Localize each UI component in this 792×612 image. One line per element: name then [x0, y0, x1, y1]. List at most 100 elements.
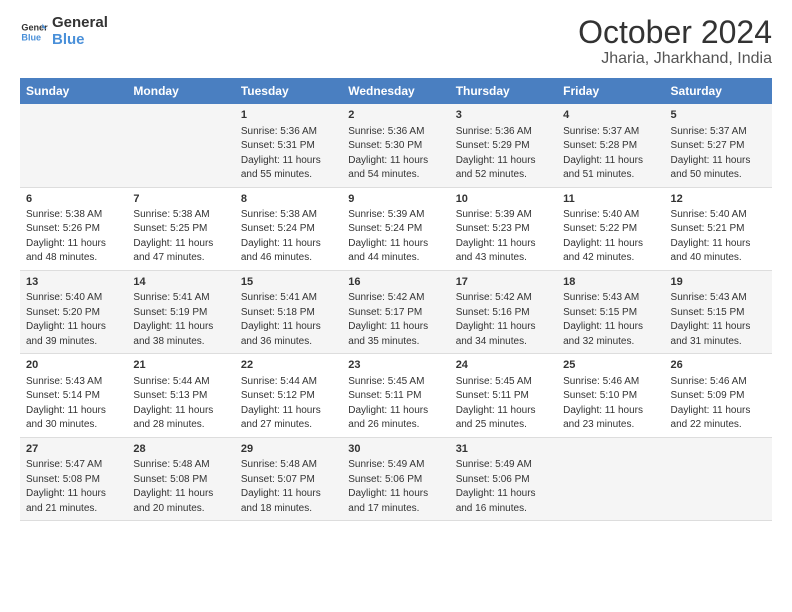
cell-1-6: 4Sunrise: 5:37 AMSunset: 5:28 PMDaylight…	[557, 104, 664, 187]
day-number: 15	[241, 275, 336, 290]
day-info: Sunrise: 5:45 AMSunset: 5:11 PMDaylight:…	[456, 375, 551, 433]
day-info: Sunrise: 5:45 AMSunset: 5:11 PMDaylight:…	[348, 375, 443, 433]
day-number: 16	[348, 275, 443, 290]
day-number: 2	[348, 108, 443, 123]
day-number: 30	[348, 442, 443, 457]
cell-5-1: 27Sunrise: 5:47 AMSunset: 5:08 PMDayligh…	[20, 437, 127, 520]
day-info: Sunrise: 5:40 AMSunset: 5:22 PMDaylight:…	[563, 208, 658, 266]
day-number: 28	[133, 442, 228, 457]
day-info: Sunrise: 5:36 AMSunset: 5:30 PMDaylight:…	[348, 125, 443, 183]
day-info: Sunrise: 5:40 AMSunset: 5:21 PMDaylight:…	[671, 208, 766, 266]
day-number: 27	[26, 442, 121, 457]
cell-2-2: 7Sunrise: 5:38 AMSunset: 5:25 PMDaylight…	[127, 187, 234, 270]
cell-4-5: 24 Sunrise: 5:45 AMSunset: 5:11 PMDayligh…	[450, 354, 557, 437]
cell-1-2	[127, 104, 234, 187]
day-number: 5	[671, 108, 766, 123]
day-number: 13	[26, 275, 121, 290]
cell-3-5: 17Sunrise: 5:42 AMSunset: 5:16 PMDayligh…	[450, 270, 557, 353]
cell-4-1: 20Sunrise: 5:43 AMSunset: 5:14 PMDayligh…	[20, 354, 127, 437]
cell-3-4: 16Sunrise: 5:42 AMSunset: 5:17 PMDayligh…	[342, 270, 449, 353]
cell-5-3: 29Sunrise: 5:48 AMSunset: 5:07 PMDayligh…	[235, 437, 342, 520]
day-info: Sunrise: 5:41 AMSunset: 5:18 PMDaylight:…	[241, 291, 336, 349]
week-row-3: 13Sunrise: 5:40 AMSunset: 5:20 PMDayligh…	[20, 270, 772, 353]
logo-icon: General Blue	[20, 18, 48, 46]
day-info: Sunrise: 5:37 AMSunset: 5:27 PMDaylight:…	[671, 125, 766, 183]
cell-1-3: 1 Sunrise: 5:36 AMSunset: 5:31 PMDaylight…	[235, 104, 342, 187]
day-info: Sunrise: 5:40 AMSunset: 5:20 PMDaylight:…	[26, 291, 121, 349]
day-number: 24	[456, 358, 551, 373]
day-info: Sunrise: 5:38 AMSunset: 5:26 PMDaylight:…	[26, 208, 121, 266]
cell-3-6: 18Sunrise: 5:43 AMSunset: 5:15 PMDayligh…	[557, 270, 664, 353]
cell-5-4: 30Sunrise: 5:49 AMSunset: 5:06 PMDayligh…	[342, 437, 449, 520]
day-info: Sunrise: 5:46 AMSunset: 5:09 PMDaylight:…	[671, 375, 766, 433]
col-wednesday: Wednesday	[342, 78, 449, 104]
day-number: 29	[241, 442, 336, 457]
week-row-2: 6Sunrise: 5:38 AMSunset: 5:26 PMDaylight…	[20, 187, 772, 270]
cell-3-7: 19Sunrise: 5:43 AMSunset: 5:15 PMDayligh…	[665, 270, 772, 353]
logo-blue: Blue	[52, 32, 108, 49]
day-number: 1	[241, 108, 336, 123]
cell-2-6: 11Sunrise: 5:40 AMSunset: 5:22 PMDayligh…	[557, 187, 664, 270]
day-number: 31	[456, 442, 551, 457]
cell-3-2: 14Sunrise: 5:41 AMSunset: 5:19 PMDayligh…	[127, 270, 234, 353]
day-info: Sunrise: 5:49 AMSunset: 5:06 PMDaylight:…	[348, 458, 443, 516]
day-number: 7	[133, 192, 228, 207]
logo-general: General	[52, 15, 108, 32]
week-row-1: 1 Sunrise: 5:36 AMSunset: 5:31 PMDaylight…	[20, 104, 772, 187]
day-number: 21	[133, 358, 228, 373]
cell-2-1: 6Sunrise: 5:38 AMSunset: 5:26 PMDaylight…	[20, 187, 127, 270]
cell-2-7: 12Sunrise: 5:40 AMSunset: 5:21 PMDayligh…	[665, 187, 772, 270]
col-thursday: Thursday	[450, 78, 557, 104]
cell-5-2: 28Sunrise: 5:48 AMSunset: 5:08 PMDayligh…	[127, 437, 234, 520]
day-info: Sunrise: 5:38 AMSunset: 5:24 PMDaylight:…	[241, 208, 336, 266]
day-info: Sunrise: 5:38 AMSunset: 5:25 PMDaylight:…	[133, 208, 228, 266]
svg-text:Blue: Blue	[21, 32, 41, 42]
col-friday: Friday	[557, 78, 664, 104]
cell-4-2: 21 Sunrise: 5:44 AMSunset: 5:13 PMDayligh…	[127, 354, 234, 437]
day-number: 14	[133, 275, 228, 290]
day-info: Sunrise: 5:39 AMSunset: 5:24 PMDaylight:…	[348, 208, 443, 266]
day-number: 11	[563, 192, 658, 207]
cell-4-7: 26 Sunrise: 5:46 AMSunset: 5:09 PMDayligh…	[665, 354, 772, 437]
cell-5-6	[557, 437, 664, 520]
day-number: 18	[563, 275, 658, 290]
day-info: Sunrise: 5:43 AMSunset: 5:15 PMDaylight:…	[563, 291, 658, 349]
day-number: 19	[671, 275, 766, 290]
day-number: 12	[671, 192, 766, 207]
cell-3-1: 13Sunrise: 5:40 AMSunset: 5:20 PMDayligh…	[20, 270, 127, 353]
col-saturday: Saturday	[665, 78, 772, 104]
cell-1-1	[20, 104, 127, 187]
cell-1-7: 5 Sunrise: 5:37 AMSunset: 5:27 PMDaylight…	[665, 104, 772, 187]
day-info: Sunrise: 5:42 AMSunset: 5:17 PMDaylight:…	[348, 291, 443, 349]
day-number: 8	[241, 192, 336, 207]
day-number: 25	[563, 358, 658, 373]
calendar-table: Sunday Monday Tuesday Wednesday Thursday…	[20, 78, 772, 521]
day-number: 4	[563, 108, 658, 123]
subtitle: Jharia, Jharkhand, India	[578, 50, 772, 68]
day-info: Sunrise: 5:39 AMSunset: 5:23 PMDaylight:…	[456, 208, 551, 266]
day-info: Sunrise: 5:46 AMSunset: 5:10 PMDaylight:…	[563, 375, 658, 433]
day-info: Sunrise: 5:43 AMSunset: 5:15 PMDaylight:…	[671, 291, 766, 349]
day-info: Sunrise: 5:44 AMSunset: 5:12 PMDaylight:…	[241, 375, 336, 433]
day-info: Sunrise: 5:41 AMSunset: 5:19 PMDaylight:…	[133, 291, 228, 349]
day-number: 10	[456, 192, 551, 207]
header: General Blue General Blue October 2024 J…	[20, 15, 772, 68]
header-row: Sunday Monday Tuesday Wednesday Thursday…	[20, 78, 772, 104]
col-sunday: Sunday	[20, 78, 127, 104]
cell-1-5: 3Sunrise: 5:36 AMSunset: 5:29 PMDaylight…	[450, 104, 557, 187]
day-number: 17	[456, 275, 551, 290]
day-number: 26	[671, 358, 766, 373]
day-info: Sunrise: 5:48 AMSunset: 5:07 PMDaylight:…	[241, 458, 336, 516]
cell-5-5: 31Sunrise: 5:49 AMSunset: 5:06 PMDayligh…	[450, 437, 557, 520]
day-info: Sunrise: 5:44 AMSunset: 5:13 PMDaylight:…	[133, 375, 228, 433]
cell-5-7	[665, 437, 772, 520]
day-info: Sunrise: 5:47 AMSunset: 5:08 PMDaylight:…	[26, 458, 121, 516]
cell-1-4: 2 Sunrise: 5:36 AMSunset: 5:30 PMDaylight…	[342, 104, 449, 187]
cell-4-4: 23 Sunrise: 5:45 AMSunset: 5:11 PMDayligh…	[342, 354, 449, 437]
day-info: Sunrise: 5:48 AMSunset: 5:08 PMDaylight:…	[133, 458, 228, 516]
day-info: Sunrise: 5:43 AMSunset: 5:14 PMDaylight:…	[26, 375, 121, 433]
day-info: Sunrise: 5:36 AMSunset: 5:31 PMDaylight:…	[241, 125, 336, 183]
day-number: 9	[348, 192, 443, 207]
cell-3-3: 15Sunrise: 5:41 AMSunset: 5:18 PMDayligh…	[235, 270, 342, 353]
day-number: 23	[348, 358, 443, 373]
